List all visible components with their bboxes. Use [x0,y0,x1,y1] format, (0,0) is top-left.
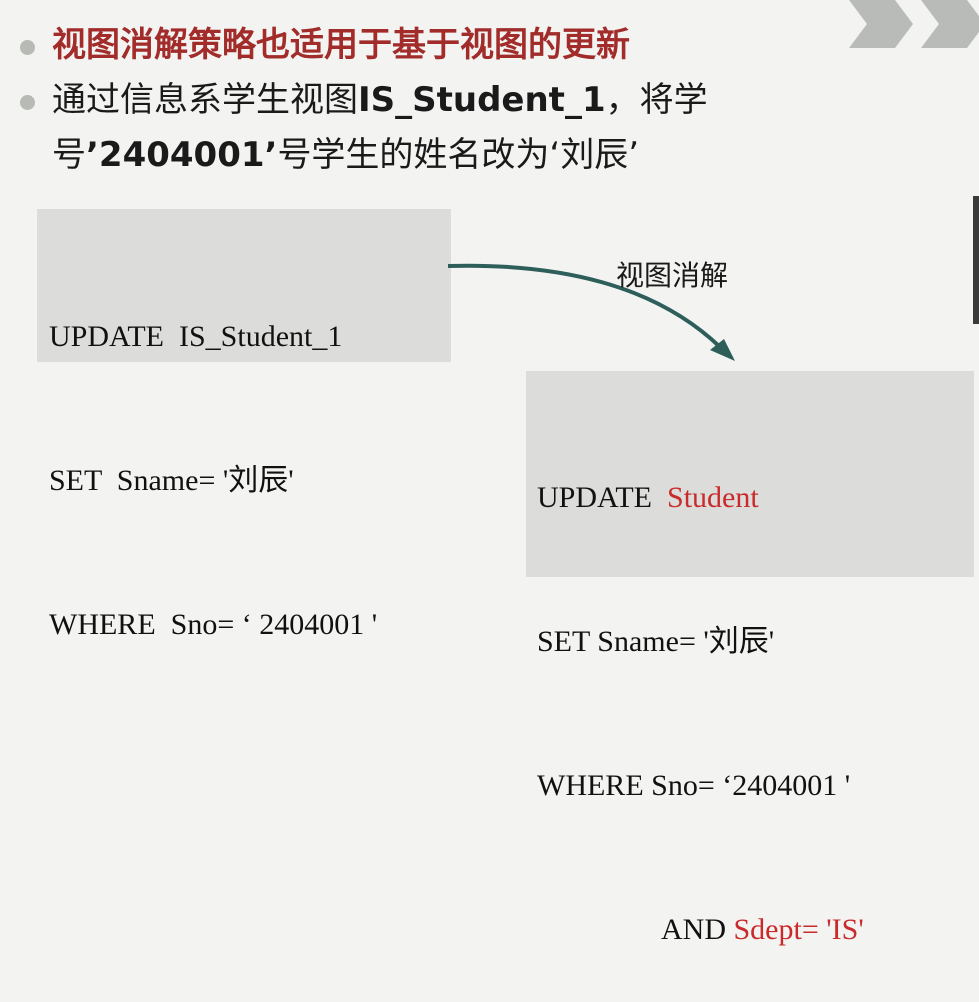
bullet-dot-icon [20,40,35,55]
sql-line: UPDATE Student [537,474,974,522]
bullet-dot-icon [20,95,35,110]
bullet-text: 号学生的姓名改为‘刘辰’ [277,135,640,175]
bullet-list: 视图消解策略也适用于基于视图的更新 通过信息系学生视图IS_Student_1，… [18,18,829,183]
bullet-text: 通过信息系学生视图 [52,80,358,120]
base-table-name: Student [667,481,759,514]
slide-edge-bar [973,196,979,324]
bullet-text: 号 [52,135,86,175]
sql-line: UPDATE IS_Student_1 [49,320,343,353]
sql-line: AND Sdept= 'IS' [537,906,974,954]
bullet-text: ，将学 [605,80,708,120]
sql-line: SET Sname= '刘辰' [49,464,294,497]
student-number: ’2404001’ [86,135,278,175]
view-name: IS_Student_1 [358,80,606,120]
arrow-label: 视图消解 [616,259,729,292]
bullet-item-2: 通过信息系学生视图IS_Student_1，将学号’2404001’号学生的姓名… [18,73,829,183]
sql-line: WHERE Sno= ‘2404001 ' [537,769,851,802]
sql-line: WHERE Sno= ‘ 2404001 ' [49,608,378,641]
sql-keyword: UPDATE [537,481,668,514]
original-sql-box: UPDATE IS_Student_1 SET Sname= '刘辰' WHER… [37,209,451,641]
bullet-text: 视图消解策略也适用于基于视图的更新 [52,25,630,65]
resolved-sql-box: UPDATE Student SET Sname= '刘辰' WHERE Sno… [526,371,974,946]
sql-keyword: AND [661,913,734,946]
added-condition: Sdept= 'IS' [733,913,864,946]
bullet-item-1: 视图消解策略也适用于基于视图的更新 [18,18,829,73]
chevron-decoration-icon [849,0,979,48]
sql-line: SET Sname= '刘辰' [537,625,775,658]
